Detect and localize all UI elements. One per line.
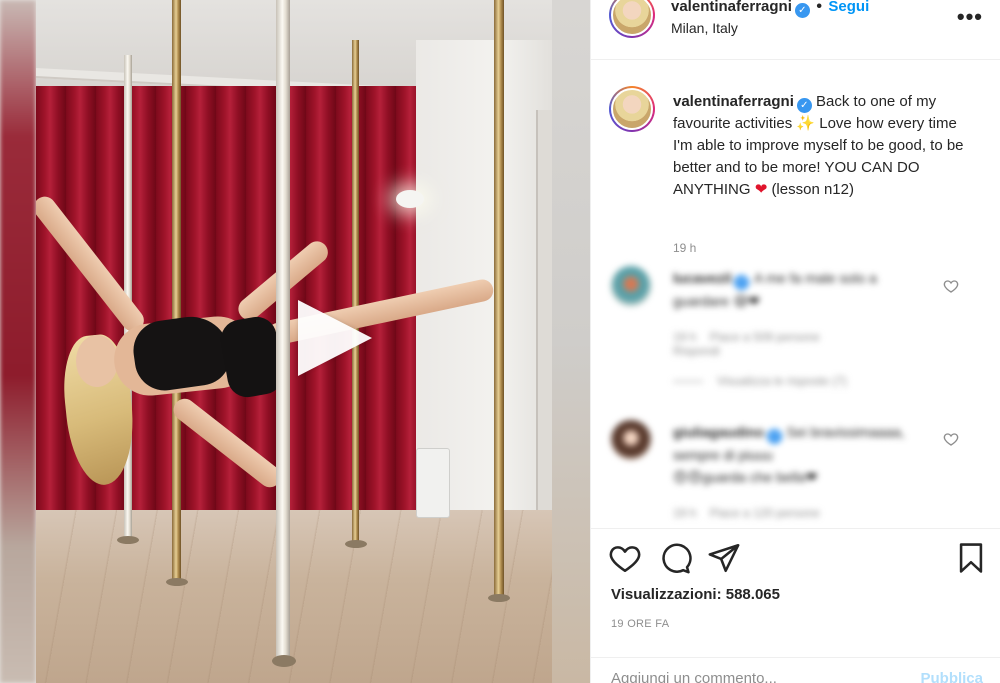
verified-badge-icon: ✓ <box>794 3 810 18</box>
wall-lamp <box>396 190 424 208</box>
sparkle-emoji-icon: ✨ <box>796 115 816 132</box>
paper-plane-icon[interactable] <box>707 541 741 575</box>
media-blur-background-right <box>552 0 590 683</box>
comment-item: lucavezil ✓ A me fa male solo a guardare … <box>611 266 981 396</box>
comment-likes[interactable]: Piace a 120 persone <box>710 506 820 520</box>
caption-text-end: (lesson n12) <box>771 181 854 198</box>
comment-body: lucavezil ✓ A me fa male solo a guardare … <box>673 267 923 312</box>
bookmark-icon[interactable] <box>954 541 988 575</box>
comment-emoji-line: 😍😍guarda che bella❤ <box>673 469 818 485</box>
post-actions-section: Visualizzazioni: 588.065 19 ORE FA Pubbl… <box>591 528 1000 683</box>
play-icon[interactable] <box>298 300 372 376</box>
pole-front-base <box>272 655 296 667</box>
pole-front <box>276 0 290 660</box>
comment-input[interactable] <box>611 670 911 683</box>
red-heart-emoji-icon: ❤ <box>754 181 768 198</box>
post-header: valentinaferragni ✓ • Segui Milan, Italy … <box>591 0 1000 60</box>
radiator <box>416 448 450 518</box>
pole-4 <box>494 0 504 600</box>
pole-3-base <box>345 540 367 548</box>
pole-1-base <box>117 536 139 544</box>
dancer-face <box>76 335 118 387</box>
comment-avatar[interactable] <box>611 266 651 306</box>
comment-avatar[interactable] <box>611 420 651 460</box>
comment-time: 19 h <box>673 330 697 344</box>
add-comment-section: Pubblica <box>591 657 1000 683</box>
comment-like-heart-icon[interactable] <box>943 278 959 294</box>
view-replies[interactable]: Visualizza le risposte (7) <box>673 374 847 388</box>
pole-2 <box>172 0 181 585</box>
caption-author-avatar-image <box>611 88 653 130</box>
post-location[interactable]: Milan, Italy <box>671 20 738 36</box>
more-options-button[interactable]: ••• <box>957 4 983 30</box>
views-count: Visualizzazioni: 588.065 <box>611 586 780 603</box>
post-timestamp[interactable]: 19 ORE FA <box>611 618 669 630</box>
author-avatar-image <box>611 0 653 36</box>
comment-item: giuliagaudino ✓ Sei bravissimaaaa, sempre… <box>611 420 981 525</box>
caption-time: 19 h <box>673 241 697 255</box>
heart-icon[interactable] <box>608 541 642 575</box>
publish-button[interactable]: Pubblica <box>920 670 983 683</box>
comment-like-heart-icon[interactable] <box>943 431 959 447</box>
header-separator: • <box>816 0 822 15</box>
comment-meta: 19 h Piace a 120 persone <box>673 506 820 520</box>
comment-reply-button[interactable]: Rispondi <box>673 344 720 358</box>
post-media[interactable] <box>0 0 590 683</box>
header-title-row: valentinaferragni ✓ • Segui <box>671 0 869 18</box>
follow-button[interactable]: Segui <box>828 0 869 15</box>
comment-bubble-icon[interactable] <box>658 541 692 575</box>
comment-verified-badge-icon: ✓ <box>767 429 782 444</box>
caption-author-avatar[interactable] <box>609 86 655 132</box>
studio-door <box>536 110 552 520</box>
pole-3 <box>352 40 359 545</box>
comment-username[interactable]: lucavezil <box>673 270 731 286</box>
post-side-panel: valentinaferragni ✓ • Segui Milan, Italy … <box>590 0 1000 683</box>
media-blur-background-left <box>0 0 36 683</box>
post-caption: valentinaferragni ✓ Back to one of my fav… <box>673 91 973 201</box>
comment-time: 19 h <box>673 506 697 520</box>
author-avatar[interactable] <box>609 0 655 38</box>
video-frame[interactable] <box>36 0 552 683</box>
comment-username[interactable]: giuliagaudino <box>673 424 764 440</box>
author-username[interactable]: valentinaferragni <box>671 0 792 15</box>
pole-4-base <box>488 594 510 602</box>
caption-username[interactable]: valentinaferragni <box>673 93 794 110</box>
comment-likes[interactable]: Piace a 509 persone <box>710 330 820 344</box>
comment-meta: 19 h Piace a 509 persone Rispondi <box>673 330 820 358</box>
replies-divider <box>673 381 703 383</box>
comment-emoji: 😅❤ <box>733 293 760 309</box>
comment-verified-badge-icon: ✓ <box>734 275 750 290</box>
view-replies-label[interactable]: Visualizza le risposte (7) <box>717 374 847 388</box>
pole-2-base <box>166 578 188 586</box>
caption-verified-badge-icon: ✓ <box>796 98 812 113</box>
comment-body: giuliagaudino ✓ Sei bravissimaaaa, sempre… <box>673 421 923 488</box>
